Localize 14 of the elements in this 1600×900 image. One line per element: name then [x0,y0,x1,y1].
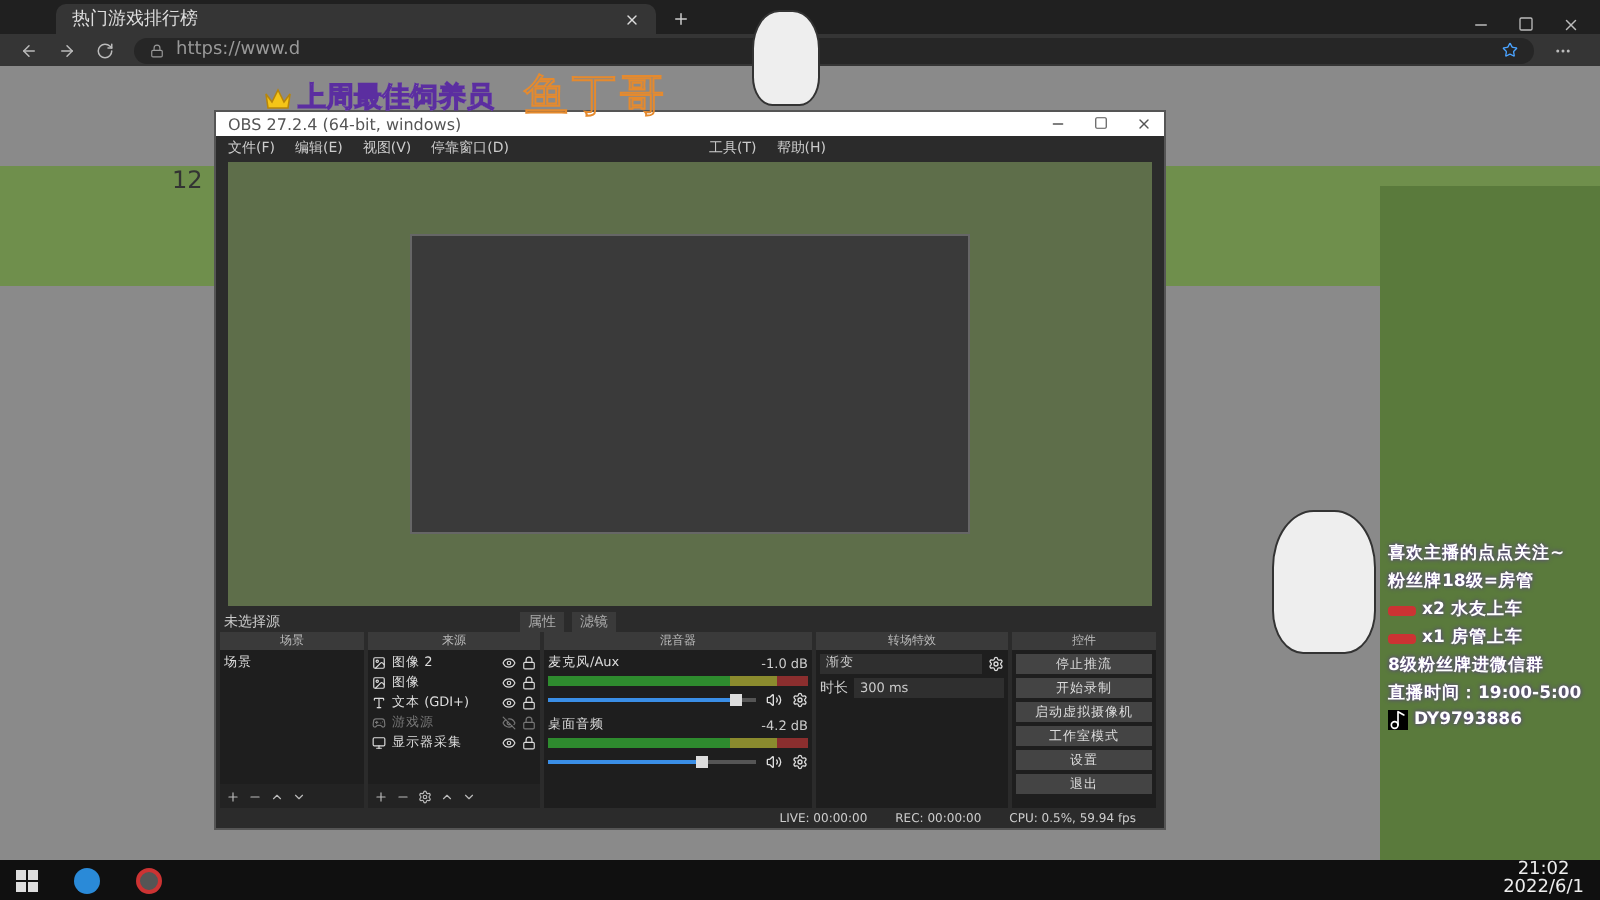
overlay-text: 8级粉丝牌进微信群 [1388,654,1544,678]
overlay-text: DY9793886 [1414,710,1522,730]
window-title: OBS 27.2.4 (64-bit, windows) [228,115,462,133]
overlay-text: x2 水友上车 [1422,598,1523,622]
counter-number: 12 [172,166,203,194]
overlay-text: 粉丝牌18级=房管 [1388,570,1534,594]
overlay-text: x1 房管上车 [1422,626,1523,650]
streamer-name: 鱼丁哥 [524,74,668,122]
clock[interactable]: 21:02 2022/6/1 [1503,862,1584,898]
banner-title: 上周最佳饲养员 [298,80,494,116]
overlay-text: 直播时间：19:00-5:00 [1388,682,1582,706]
browser-tab[interactable]: 热门游戏排行榜 [56,4,656,34]
overlay-text: 喜欢主播的点点关注~ [1388,542,1565,566]
address-field[interactable]: https://www.d [134,37,1534,63]
